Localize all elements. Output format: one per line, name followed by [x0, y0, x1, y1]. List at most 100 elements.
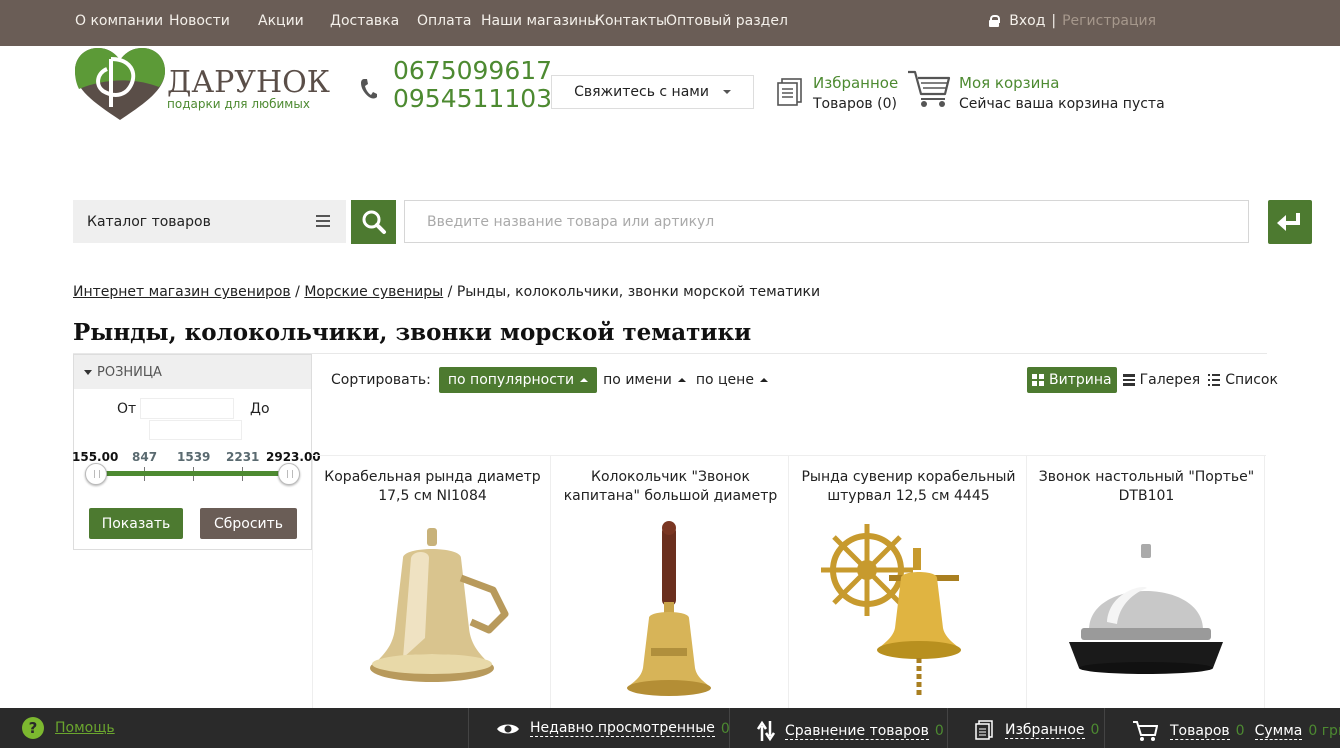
breadcrumb: Интернет магазин сувениров / Морские сув… [73, 284, 820, 300]
compare-arrows-icon [757, 720, 775, 742]
cart-icon [1133, 721, 1158, 741]
goods-count: 0 [1235, 723, 1245, 739]
lock-icon [989, 15, 1001, 27]
product-name[interactable]: Колокольчик "Звонок капитана" большой ди… [561, 468, 780, 506]
help-label: Помощь [55, 720, 115, 736]
desk-bell-image [1069, 544, 1223, 674]
breadcrumb-section[interactable]: Морские сувениры [304, 284, 443, 300]
nav-delivery[interactable]: Доставка [330, 13, 417, 29]
breadcrumb-home[interactable]: Интернет магазин сувениров [73, 284, 291, 300]
bottom-favorites[interactable]: Избранное 0 [975, 720, 1099, 740]
view-list[interactable]: Список [1208, 372, 1278, 388]
cart-status: Сейчас ваша корзина пуста [959, 96, 1165, 112]
sort-popularity[interactable]: по популярности [438, 367, 598, 393]
search-submit-button[interactable] [1268, 200, 1312, 244]
sum-label: Сумма [1254, 722, 1303, 740]
nav-stores[interactable]: Наши магазины [481, 13, 598, 29]
top-nav-bar: О компании Новости Акции Доставка Оплата… [0, 0, 1340, 46]
sort-price[interactable]: по цене [696, 372, 768, 388]
bottom-cart[interactable]: Товаров 0 Сумма 0 грн. [1132, 720, 1340, 742]
breadcrumb-current: Рынды, колокольчики, звонки морской тема… [456, 284, 821, 300]
compare-products[interactable]: Сравнение товаров 0 [757, 720, 944, 742]
search-icon [362, 210, 386, 234]
favorites-count: Товаров (0) [813, 96, 897, 112]
filter-heading[interactable]: РОЗНИЦА [74, 355, 311, 389]
phone-2[interactable]: 0954511103 [393, 85, 552, 113]
bottom-toolbar: ? Помощь Недавно просмотренные 0 Сравнен… [0, 708, 1340, 748]
bottom-favorites-count: 0 [1090, 722, 1100, 738]
register-link[interactable]: Регистрация [1062, 13, 1156, 29]
product-card[interactable]: Звонок настольный "Портье" DTB101 [1026, 456, 1265, 709]
slider-handle-min[interactable] [85, 463, 107, 485]
sort-arrow-icon [759, 378, 768, 382]
logo-subtitle: подарки для любимых [167, 97, 310, 111]
price-tick: 847 [132, 450, 158, 464]
login-link[interactable]: Вход [1009, 13, 1045, 29]
product-card[interactable]: Корабельная рында диаметр 17,5 см NI1084 [312, 456, 551, 709]
recently-viewed[interactable]: Недавно просмотренные 0 [496, 720, 730, 737]
divider [947, 708, 948, 748]
nav-payment[interactable]: Оплата [417, 13, 481, 29]
product-card[interactable]: Рында сувенир корабельный штурвал 12,5 с… [788, 456, 1027, 709]
divider [729, 708, 730, 748]
chevron-down-icon [722, 90, 731, 94]
question-icon: ? [22, 717, 44, 739]
favorites-block[interactable]: Избранное Товаров (0) [813, 73, 898, 115]
search-input[interactable] [404, 200, 1249, 243]
help-link[interactable]: ? Помощь [22, 717, 115, 739]
product-name[interactable]: Звонок настольный "Портье" DTB101 [1037, 468, 1256, 506]
price-tick: 2231 [226, 450, 260, 464]
nav-wholesale[interactable]: Оптовый раздел [666, 13, 788, 29]
cart-title: Моя корзина [959, 74, 1060, 92]
divider [1104, 708, 1105, 748]
sort-name[interactable]: по имени [603, 372, 686, 388]
bottom-favorites-label: Избранное [1005, 721, 1085, 739]
show-button[interactable]: Показать [89, 508, 183, 539]
nav-about[interactable]: О компании [75, 13, 169, 29]
price-filter-panel: РОЗНИЦА От До 155.00 847 1539 2231 2923.… [72, 354, 321, 550]
price-slider-track[interactable] [96, 471, 290, 476]
auth-links: Вход | Регистрация [989, 13, 1156, 29]
price-from-input[interactable] [140, 398, 234, 419]
price-tick: 1539 [177, 450, 211, 464]
favorites-list-icon [975, 720, 993, 740]
nav-news[interactable]: Новости [169, 13, 258, 29]
compare-count: 0 [934, 723, 944, 739]
caret-down-icon [84, 369, 92, 375]
filter-heading-label: РОЗНИЦА [97, 364, 162, 380]
cart-block[interactable]: Моя корзина Сейчас ваша корзина пуста [959, 73, 1165, 115]
cart-icon [908, 70, 951, 107]
product-name[interactable]: Корабельная рында диаметр 17,5 см NI1084 [323, 468, 542, 506]
view-list-label: Список [1225, 372, 1278, 388]
nav-promos[interactable]: Акции [258, 13, 330, 29]
product-name[interactable]: Рында сувенир корабельный штурвал 12,5 с… [799, 468, 1018, 506]
phone-numbers: 0675099617 0954511103 [393, 57, 552, 113]
site-logo[interactable]: ДАРУНОК подарки для любимых [73, 47, 330, 122]
ship-wheel-bell-image [821, 524, 961, 698]
price-from-label: От [117, 401, 137, 417]
search-button[interactable] [351, 200, 396, 244]
sort-name-label: по имени [603, 372, 672, 388]
grid-icon [1032, 374, 1044, 386]
favorites-title: Избранное [813, 74, 899, 92]
breadcrumb-separator: / [447, 284, 453, 300]
slider-handle-max[interactable] [278, 463, 300, 485]
enter-arrow-icon [1277, 213, 1300, 231]
product-card[interactable]: Колокольчик "Звонок капитана" большой ди… [550, 456, 789, 709]
hand-bell-image [627, 521, 711, 696]
contact-us-dropdown[interactable]: Свяжитесь с нами [551, 75, 754, 109]
view-showcase-label: Витрина [1049, 372, 1112, 388]
phone-1[interactable]: 0675099617 [393, 57, 552, 85]
sum-value: 0 грн. [1308, 723, 1340, 739]
auth-separator: | [1051, 13, 1057, 29]
logo-text: ДАРУНОК [167, 65, 330, 100]
recently-viewed-label: Недавно просмотренные [530, 720, 715, 737]
phone-icon [361, 79, 377, 99]
nav-contacts[interactable]: Контакты [595, 13, 667, 29]
catalog-menu-button[interactable]: Каталог товаров [73, 200, 346, 243]
price-to-input[interactable] [149, 420, 242, 440]
reset-button[interactable]: Сбросить [200, 508, 297, 539]
view-gallery[interactable]: Галерея [1122, 372, 1200, 388]
view-showcase[interactable]: Витрина [1027, 367, 1117, 393]
sort-price-label: по цене [695, 372, 754, 388]
